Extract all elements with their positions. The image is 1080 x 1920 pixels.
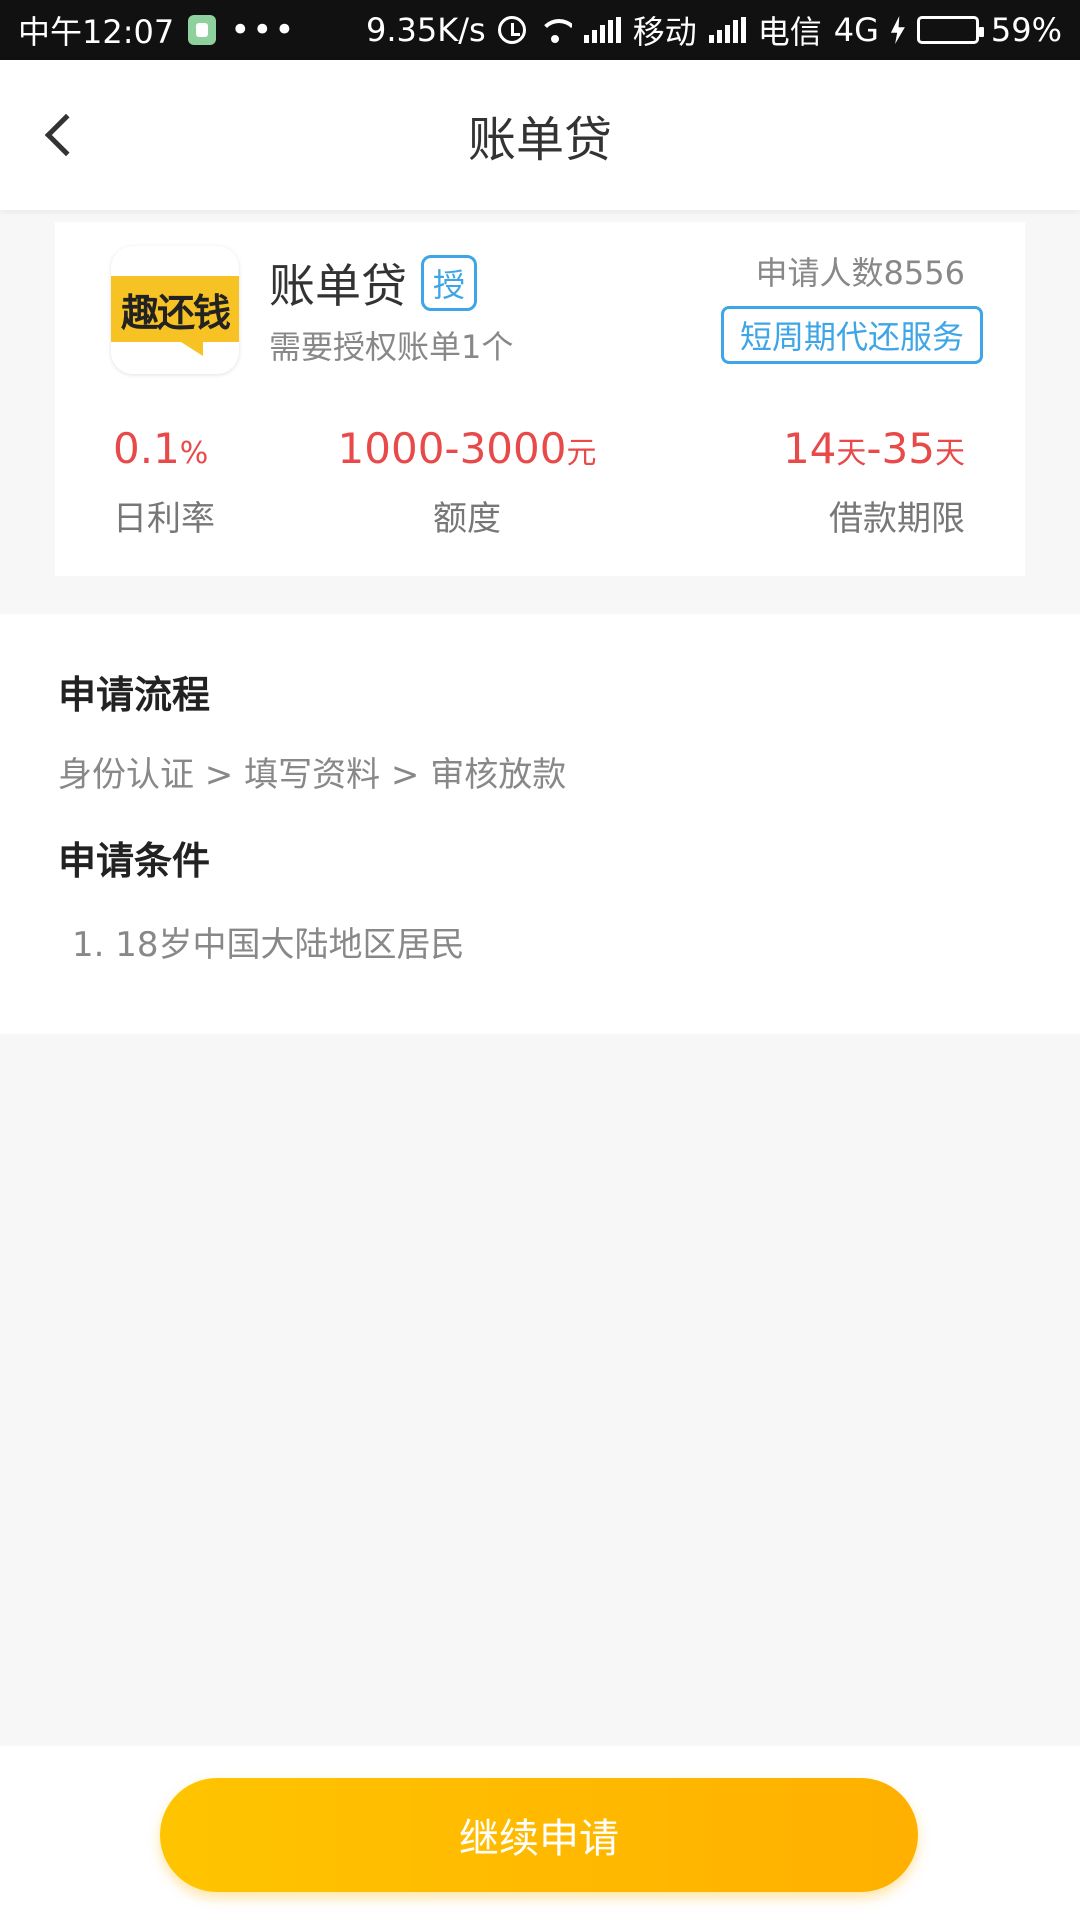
stat-value: 0.1% [113,424,215,479]
alarm-icon [497,16,526,44]
network-type: 4G [833,11,879,49]
term-value-max: -35 [866,424,935,473]
continue-apply-button[interactable]: 继续申请 [160,1778,918,1892]
term-value-min: 14 [782,424,837,473]
logo-text: 趣还钱 [120,290,231,335]
more-dots: ••• [230,10,297,50]
battery-icon [916,16,984,44]
carrier-1: 移动 [632,13,697,51]
product-name-row: 账单贷 授 [269,250,477,316]
info-section: 申请流程 身份认证 > 填写资料 > 审核放款 申请条件 1. 18岁中国大陆地… [0,614,1080,1034]
back-button[interactable] [30,105,90,165]
status-right: 9.35K/s 移动 电信 4G 59% [366,7,1062,53]
logo-tail [181,342,203,356]
amount-label: 额度 [433,499,501,539]
term-unit-min: 天 [836,436,867,471]
amount-value: 1000-3000 [337,424,567,473]
stat-term: 14天-35天 借款期限 [783,424,965,540]
status-time: 中午12:07 [18,13,175,51]
term-label: 借款期限 [829,499,965,539]
stat-amount: 1000-3000元 额度 [337,424,597,540]
applicant-count: 申请人数8556 [755,254,965,292]
product-name: 账单贷 [269,259,407,313]
shield-icon [188,15,217,45]
logo-band: 趣还钱 [111,276,239,342]
page-title: 账单贷 [467,112,612,168]
service-tag: 短周期代还服务 [720,306,983,364]
rate-label: 日利率 [113,499,215,539]
product-subtitle: 需要授权账单1个 [269,328,514,366]
process-title: 申请流程 [58,673,211,717]
battery-percent: 59% [990,11,1062,49]
carrier-2: 电信 [757,13,822,51]
chevron-left-icon [44,113,88,157]
term-unit-max: 天 [935,436,965,471]
title-bar: 账单贷 [0,60,1080,210]
stat-daily-rate: 0.1% 日利率 [113,424,215,540]
stat-value: 14天-35天 [783,424,965,479]
auth-badge: 授 [421,255,477,311]
condition-item: 1. 18岁中国大陆地区居民 [72,925,465,965]
conditions-title: 申请条件 [58,839,211,883]
stat-value: 1000-3000元 [337,424,597,479]
signal-icon [708,17,746,43]
product-card: 趣还钱 账单贷 授 需要授权账单1个 申请人数8556 短周期代还服务 0.1%… [55,222,1025,576]
wifi-icon [537,17,572,43]
charging-icon [890,16,905,44]
amount-unit: 元 [566,436,597,471]
signal-icon [583,17,621,43]
status-left: 中午12:07 ••• [18,7,296,53]
product-logo: 趣还钱 [111,246,239,374]
rate-unit: % [179,436,209,471]
bottom-bar: 继续申请 [0,1746,1080,1920]
process-steps: 身份认证 > 填写资料 > 审核放款 [58,755,567,795]
network-speed: 9.35K/s [366,11,486,49]
status-bar: 中午12:07 ••• 9.35K/s 移动 电信 4G 59% [0,0,1080,60]
rate-value: 0.1 [113,424,180,473]
